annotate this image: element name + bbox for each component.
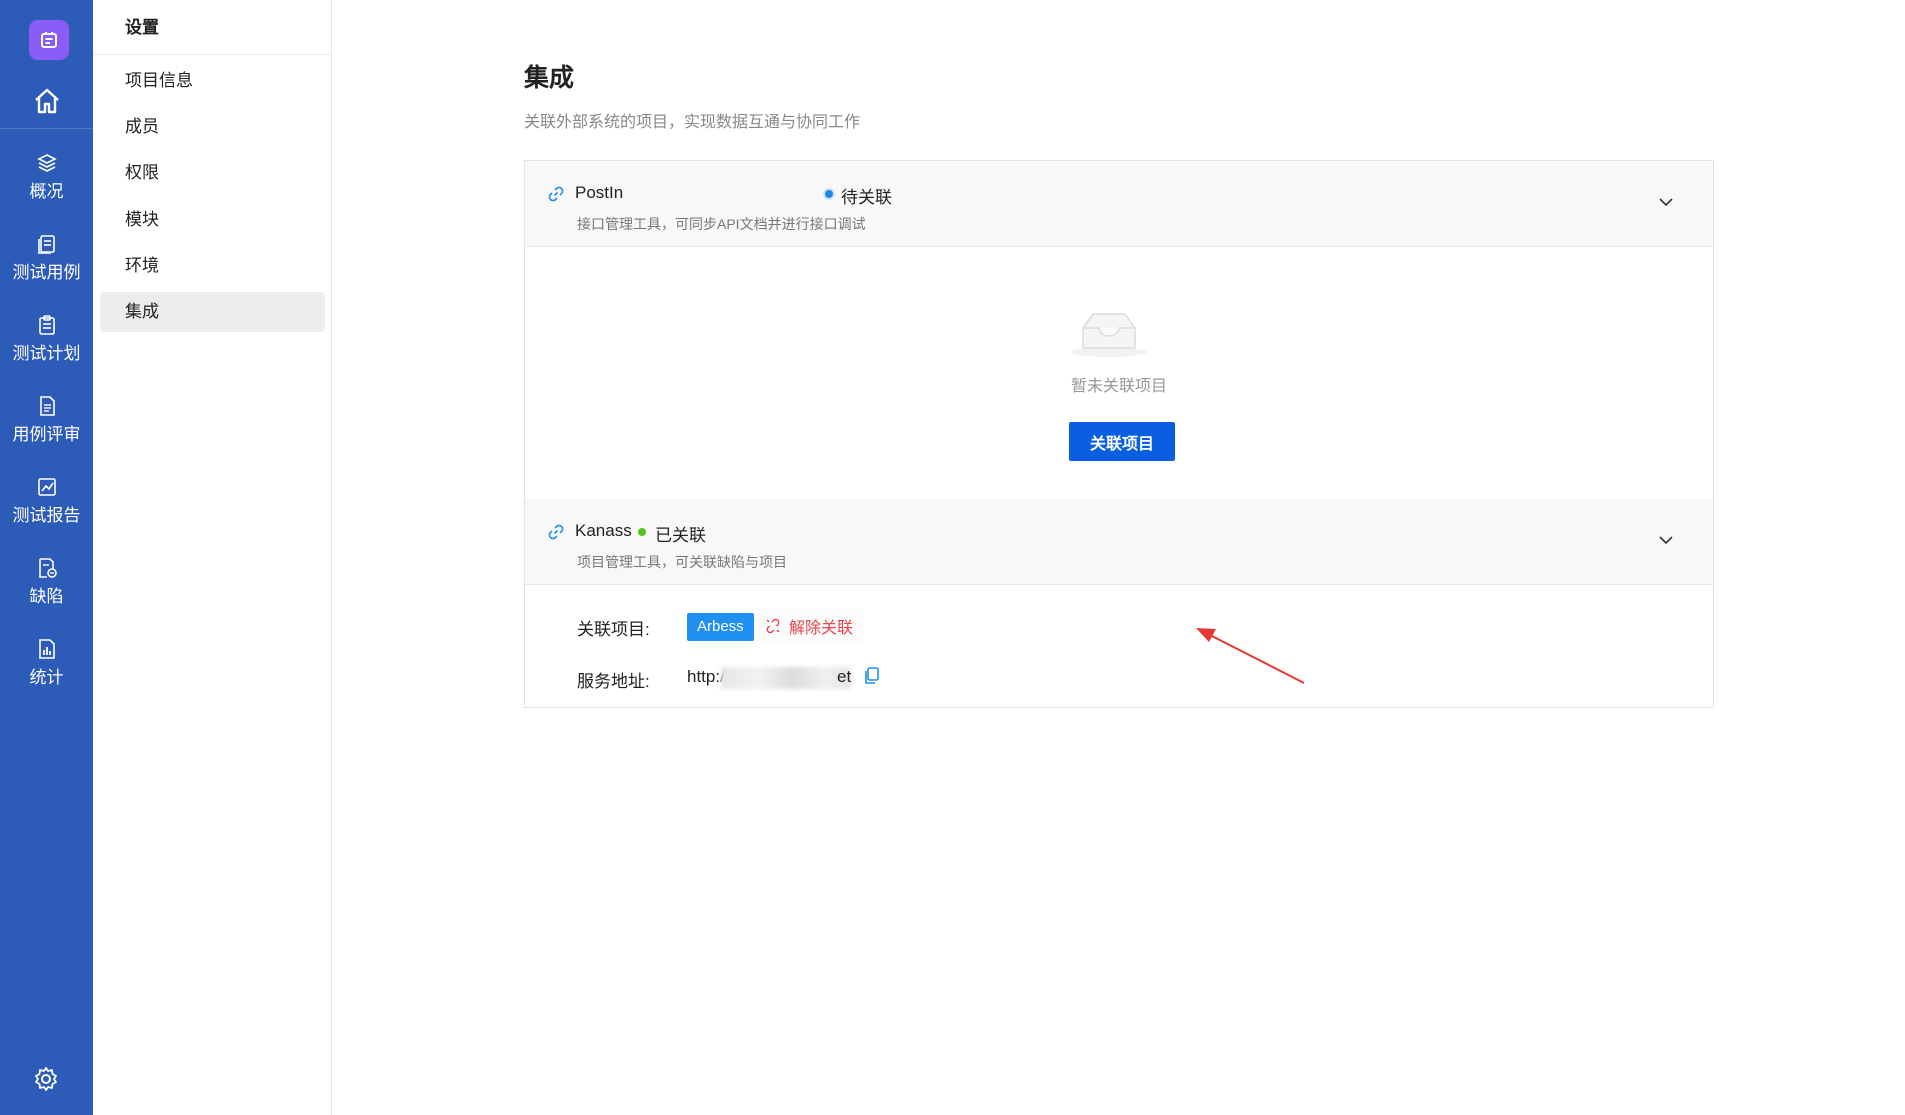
integration-description: 项目管理工具，可关联缺陷与项目 [577, 554, 787, 570]
nav-item-defects[interactable]: 缺陷 [0, 557, 93, 629]
bug-doc-icon [38, 558, 57, 578]
nav-item-label: 测试计划 [12, 344, 81, 363]
nav-item-label: 统计 [29, 668, 64, 687]
submenu-item-permissions[interactable]: 权限 [100, 153, 325, 193]
nav-item-label: 用例评审 [12, 425, 81, 444]
submenu-item-environment[interactable]: 环境 [100, 246, 325, 286]
submenu-item-integration[interactable]: 集成 [100, 292, 325, 332]
calendar-icon [41, 32, 57, 48]
nav-item-statistics[interactable]: 统计 [0, 638, 93, 710]
copy-icon[interactable] [863, 667, 879, 685]
nav-item-label: 测试用例 [12, 263, 81, 282]
kanass-linked-details: 关联项目: Arbess 解除关联 服务地址: http:// et [525, 585, 1713, 707]
link-project-button[interactable]: 关联项目 [1069, 422, 1175, 461]
postin-empty-state: 暂未关联项目 关联项目 [525, 248, 1713, 498]
status-dot [638, 528, 646, 536]
submenu-item-project-info[interactable]: 项目信息 [100, 61, 325, 101]
status-badge: 已关联 [655, 526, 706, 545]
integration-name: PostIn [575, 183, 624, 202]
submenu-item-members[interactable]: 成员 [100, 107, 325, 147]
nav-item-test-plan[interactable]: 测试计划 [0, 314, 93, 386]
nav-item-test-cases[interactable]: 测试用例 [0, 233, 93, 305]
link-icon [548, 524, 564, 540]
settings-submenu: 设置 项目信息 成员 权限 模块 环境 集成 [93, 0, 332, 1115]
status-dot [825, 190, 833, 198]
nav-item-label: 概况 [29, 182, 64, 201]
integration-header-postin[interactable]: PostIn 待关联 接口管理工具，可同步API文档并进行接口调试 [525, 161, 1713, 247]
chevron-down-icon[interactable] [1657, 531, 1675, 549]
book-icon [37, 235, 55, 254]
nav-item-test-report[interactable]: 测试报告 [0, 476, 93, 548]
home-button[interactable] [0, 86, 93, 126]
gear-icon[interactable] [33, 1066, 59, 1092]
integration-list: PostIn 待关联 接口管理工具，可同步API文档并进行接口调试 暂未关联项目… [524, 160, 1714, 708]
bar-doc-icon [38, 639, 55, 659]
integration-header-kanass[interactable]: Kanass 已关联 项目管理工具，可关联缺陷与项目 [525, 499, 1713, 585]
left-nav-rail: 概况 测试用例 测试计划 用例评审 测试报告 缺陷 统计 [0, 0, 93, 1115]
clipboard-icon [38, 315, 55, 335]
service-url-label: 服务地址: [577, 672, 650, 691]
nav-item-label: 缺陷 [29, 587, 64, 606]
submenu-title: 设置 [93, 0, 331, 55]
empty-text: 暂未关联项目 [1070, 378, 1167, 395]
unlink-label: 解除关联 [789, 620, 854, 637]
page-title: 集成 [524, 64, 575, 92]
nav-item-case-review[interactable]: 用例评审 [0, 395, 93, 467]
link-icon [548, 186, 564, 202]
unlink-button[interactable]: 解除关联 [757, 609, 864, 643]
annotation-arrow-icon [1196, 628, 1305, 684]
redacted-url [721, 667, 851, 689]
chevron-down-icon[interactable] [1657, 193, 1675, 211]
rail-divider [0, 128, 93, 129]
submenu-item-modules[interactable]: 模块 [100, 200, 325, 240]
status-badge: 待关联 [841, 188, 892, 207]
chart-icon [37, 478, 56, 496]
linked-project-tag[interactable]: Arbess [687, 613, 754, 641]
nav-item-overview[interactable]: 概况 [0, 152, 93, 224]
layers-icon [36, 154, 57, 172]
home-icon [34, 88, 59, 114]
linked-project-label: 关联项目: [577, 620, 650, 639]
nav-item-label: 测试报告 [12, 506, 81, 525]
doc-list-icon [39, 396, 55, 416]
integration-description: 接口管理工具，可同步API文档并进行接口调试 [577, 216, 866, 232]
service-url-suffix: et [837, 667, 852, 686]
page-description: 关联外部系统的项目，实现数据互通与协同工作 [524, 114, 861, 131]
empty-inbox-icon [1071, 313, 1147, 357]
integration-name: Kanass [575, 521, 632, 540]
app-logo[interactable] [29, 20, 69, 60]
unlink-icon [766, 618, 780, 634]
main-content: 集成 关联外部系统的项目，实现数据互通与协同工作 PostIn 待关联 接口管理… [332, 0, 1905, 1115]
